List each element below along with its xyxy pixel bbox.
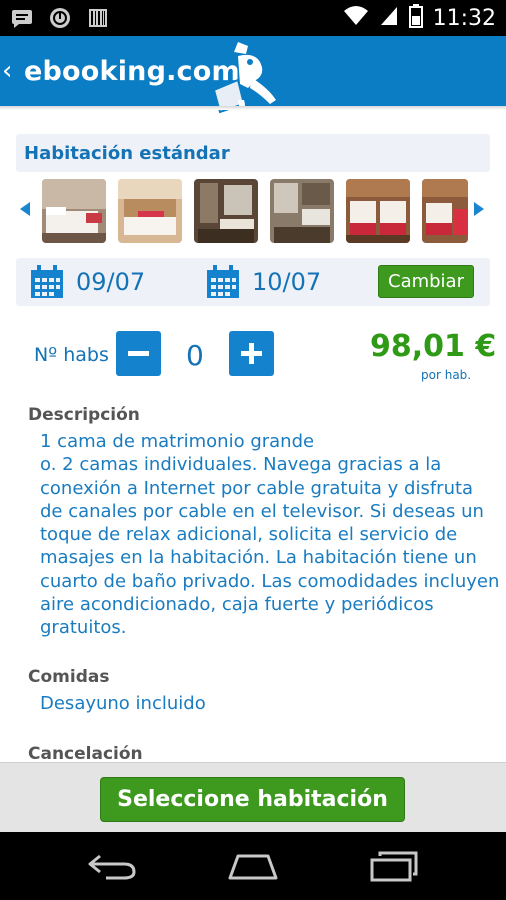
minus-icon: [128, 351, 149, 356]
app-bar: ‹ ebooking.com: [0, 36, 506, 118]
increase-rooms-button[interactable]: [229, 331, 274, 376]
room-title: Habitación estándar: [24, 143, 230, 164]
bottom-action-bar: Seleccione habitación: [0, 762, 506, 833]
wifi-icon: [343, 5, 369, 32]
description-heading: Descripción: [28, 405, 140, 425]
calendar-checkout-icon[interactable]: [206, 265, 240, 299]
chat-icon: [10, 6, 34, 30]
barcode-icon: [86, 6, 110, 30]
system-nav-bar: [0, 832, 506, 900]
checkout-date[interactable]: 10/07: [252, 268, 321, 296]
room-photo-3[interactable]: [194, 179, 258, 243]
gallery-prev-arrow-icon[interactable]: [20, 202, 30, 216]
decrease-rooms-button[interactable]: [116, 331, 161, 376]
room-header: Habitación estándar: [16, 134, 490, 172]
home-icon[interactable]: [226, 850, 280, 882]
date-bar: 09/07 10/07 Cambiar: [16, 258, 490, 306]
room-photo-6[interactable]: [422, 179, 468, 243]
gallery-next-arrow-icon[interactable]: [474, 202, 484, 216]
calendar-checkin-icon[interactable]: [30, 265, 64, 299]
back-icon[interactable]: [86, 850, 138, 882]
status-bar: 11:32: [0, 0, 506, 36]
room-photo-4[interactable]: [270, 179, 334, 243]
clock-time: 11:32: [432, 6, 496, 31]
battery-icon: [408, 4, 423, 33]
rooms-count-value: 0: [186, 339, 204, 372]
rooms-count-label: Nº habs: [34, 344, 109, 366]
select-room-button[interactable]: Seleccione habitación: [100, 777, 405, 822]
recents-icon[interactable]: [368, 850, 420, 882]
change-dates-button[interactable]: Cambiar: [378, 265, 474, 298]
room-photo-5[interactable]: [346, 179, 410, 243]
signal-icon: [379, 5, 399, 32]
chevron-left-icon[interactable]: ‹: [2, 58, 12, 84]
meals-heading: Comidas: [28, 667, 110, 687]
room-photo-1[interactable]: [42, 179, 106, 243]
room-photo-2[interactable]: [118, 179, 182, 243]
description-text: 1 cama de matrimonio grande o. 2 camas i…: [40, 431, 500, 639]
clock-icon: [48, 6, 72, 30]
checkin-date[interactable]: 09/07: [76, 268, 145, 296]
room-price: 98,01 €: [370, 329, 497, 364]
price-unit: por hab.: [421, 368, 472, 382]
cancellation-heading: Cancelación: [28, 744, 143, 764]
app-bar-shadow: [0, 106, 506, 110]
meals-text: Desayuno incluido: [40, 693, 206, 714]
